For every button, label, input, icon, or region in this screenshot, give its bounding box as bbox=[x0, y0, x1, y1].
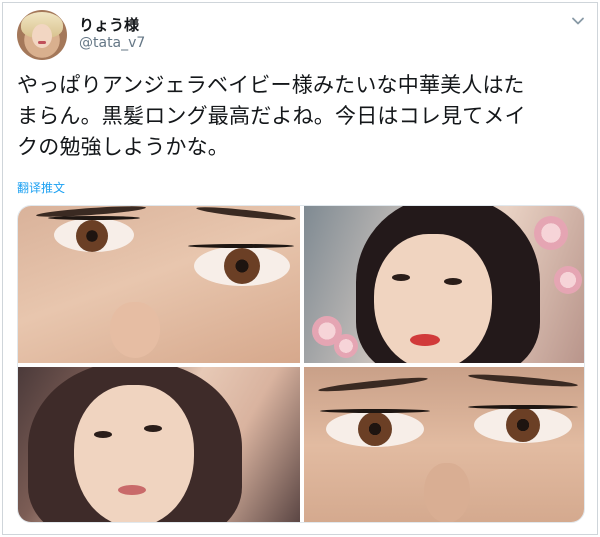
photo-eye bbox=[392, 274, 410, 281]
photo-iris bbox=[506, 408, 540, 442]
photo-eye bbox=[144, 425, 162, 432]
photo-brow bbox=[467, 372, 579, 389]
photo-brow bbox=[317, 375, 429, 394]
photo-eye bbox=[194, 246, 290, 286]
photo-lash bbox=[48, 216, 140, 220]
photo-lips bbox=[410, 334, 440, 346]
media-photo-1[interactable] bbox=[18, 206, 300, 363]
photo-flower bbox=[554, 266, 582, 294]
photo-flower bbox=[534, 216, 568, 250]
photo-flower bbox=[334, 334, 358, 358]
media-photo-2[interactable] bbox=[304, 206, 584, 363]
photo-lash bbox=[320, 409, 430, 413]
avatar[interactable] bbox=[17, 10, 67, 60]
user-handle[interactable]: @tata_v7 bbox=[79, 35, 145, 51]
tweet-card: りょう様 @tata_v7 やっぱりアンジェラベイビー様みたいな中華美人はた ま… bbox=[2, 2, 598, 535]
tweet-text-line: まらん。黒髪ロング最高だよね。今日はコレ見てメイ bbox=[17, 104, 526, 128]
photo-iris bbox=[358, 412, 392, 446]
photo-face bbox=[74, 385, 194, 522]
photo-eye bbox=[94, 431, 112, 438]
tweet-text-line: やっぱりアンジェラベイビー様みたいな中華美人はた bbox=[17, 73, 525, 97]
avatar-lips bbox=[38, 41, 46, 44]
tweet-text-line: クの勉強しようかな。 bbox=[17, 135, 229, 159]
chevron-down-icon[interactable] bbox=[571, 13, 585, 27]
photo-nose bbox=[110, 302, 160, 358]
photo-eye bbox=[444, 278, 462, 285]
photo-eye bbox=[54, 218, 134, 252]
photo-eye bbox=[474, 407, 572, 443]
translate-tweet-link[interactable]: 翻译推文 bbox=[17, 179, 65, 196]
display-name[interactable]: りょう様 bbox=[79, 14, 139, 35]
tweet-text: やっぱりアンジェラベイビー様みたいな中華美人はた まらん。黒髪ロング最高だよね。… bbox=[17, 70, 589, 163]
photo-lash bbox=[188, 244, 294, 248]
chevron-down-svg bbox=[572, 17, 584, 25]
photo-lash bbox=[468, 405, 578, 409]
media-photo-3[interactable] bbox=[18, 367, 300, 522]
photo-brow bbox=[195, 206, 297, 223]
media-photo-4[interactable] bbox=[304, 367, 584, 522]
photo-lips bbox=[118, 485, 146, 495]
photo-nose bbox=[424, 463, 470, 522]
photo-eye bbox=[326, 411, 424, 447]
avatar-face bbox=[32, 24, 52, 48]
photo-iris bbox=[76, 220, 108, 252]
media-grid bbox=[17, 205, 585, 523]
photo-iris bbox=[224, 248, 260, 284]
